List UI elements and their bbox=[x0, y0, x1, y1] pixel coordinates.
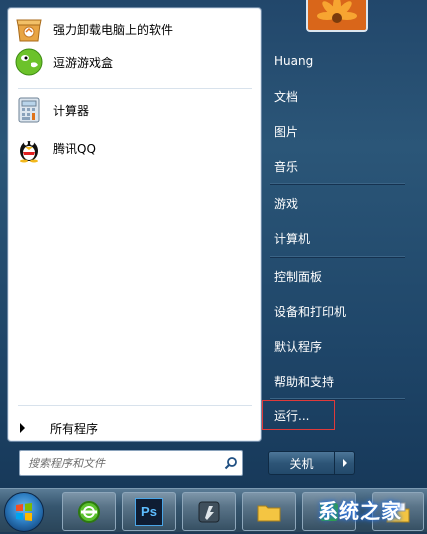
search-icon[interactable] bbox=[220, 452, 242, 474]
folder-icon bbox=[257, 505, 281, 521]
right-item-user-folder[interactable]: Huang bbox=[264, 48, 404, 74]
item-label: 游戏 bbox=[274, 196, 299, 211]
item-label: 音乐 bbox=[274, 159, 299, 174]
calculator-icon bbox=[14, 95, 44, 125]
item-label: 计算机 bbox=[274, 231, 311, 246]
item-label: 图片 bbox=[274, 124, 299, 139]
right-item-devices-printers[interactable]: 设备和打印机 bbox=[264, 298, 404, 324]
ie-icon bbox=[78, 500, 100, 523]
item-label: Huang bbox=[274, 54, 314, 68]
app-item-qq[interactable]: 腾讯QQ bbox=[14, 131, 254, 165]
right-item-games[interactable]: 游戏 bbox=[264, 190, 404, 216]
right-item-help-support[interactable]: 帮助和支持 bbox=[264, 368, 404, 394]
photoshop-icon: Ps bbox=[135, 497, 163, 526]
app-item-game-box[interactable]: 逗游游戏盒 bbox=[14, 45, 254, 79]
right-item-documents[interactable]: 文档 bbox=[264, 83, 404, 109]
programs-panel: 强力卸载电脑上的软件 逗游游戏盒 计算器 腾讯QQ 所有程序 bbox=[7, 7, 262, 442]
item-label: 帮助和支持 bbox=[274, 374, 335, 389]
divider bbox=[18, 405, 252, 406]
app-item-uninstaller[interactable]: 强力卸载电脑上的软件 bbox=[14, 12, 254, 46]
start-menu: 强力卸载电脑上的软件 逗游游戏盒 计算器 腾讯QQ 所有程序 搜索程序和文件 H… bbox=[0, 0, 427, 488]
divider bbox=[270, 183, 405, 185]
taskbar-folder-button[interactable] bbox=[242, 492, 296, 531]
windows-logo-icon bbox=[16, 503, 32, 521]
taskbar-flash-button[interactable] bbox=[182, 492, 236, 531]
user-avatar[interactable] bbox=[306, 0, 368, 32]
app-label: 逗游游戏盒 bbox=[53, 55, 114, 70]
item-label: 设备和打印机 bbox=[274, 304, 347, 319]
right-item-control-panel[interactable]: 控制面板 bbox=[264, 263, 404, 289]
app-label: 强力卸载电脑上的软件 bbox=[53, 22, 174, 37]
shutdown-options-button[interactable] bbox=[335, 451, 355, 475]
app-label: 计算器 bbox=[53, 103, 90, 118]
run-highlight-box bbox=[262, 400, 335, 430]
all-programs-button[interactable]: 所有程序 bbox=[18, 417, 254, 439]
qq-penguin-icon bbox=[14, 133, 44, 163]
right-item-default-programs[interactable]: 默认程序 bbox=[264, 333, 404, 359]
divider bbox=[270, 256, 405, 258]
shutdown-label: 关机 bbox=[289, 456, 314, 471]
arrow-right-icon bbox=[342, 459, 347, 467]
app-label: 腾讯QQ bbox=[53, 141, 96, 156]
item-label: 默认程序 bbox=[274, 339, 323, 354]
right-item-pictures[interactable]: 图片 bbox=[264, 118, 404, 144]
right-item-computer[interactable]: 计算机 bbox=[264, 225, 404, 251]
item-label: 控制面板 bbox=[274, 269, 323, 284]
arrow-right-icon bbox=[20, 423, 25, 433]
shutdown-button[interactable]: 关机 bbox=[268, 451, 335, 475]
uninstall-box-icon bbox=[14, 14, 44, 44]
start-button[interactable] bbox=[4, 492, 44, 532]
watermark: 系统之家 bbox=[318, 499, 402, 523]
ps-label: Ps bbox=[141, 504, 157, 519]
app-item-calculator[interactable]: 计算器 bbox=[14, 93, 254, 127]
game-box-icon bbox=[14, 47, 44, 77]
shutdown-control: 关机 bbox=[268, 451, 356, 475]
search-input[interactable] bbox=[20, 452, 220, 474]
flash-icon bbox=[198, 501, 220, 522]
taskbar-ie-button[interactable] bbox=[62, 492, 116, 531]
item-label: 文档 bbox=[274, 89, 299, 104]
right-item-music[interactable]: 音乐 bbox=[264, 153, 404, 179]
all-programs-label: 所有程序 bbox=[50, 421, 99, 436]
divider bbox=[18, 88, 252, 89]
taskbar-photoshop-button[interactable]: Ps bbox=[122, 492, 176, 531]
search-box bbox=[19, 450, 243, 476]
